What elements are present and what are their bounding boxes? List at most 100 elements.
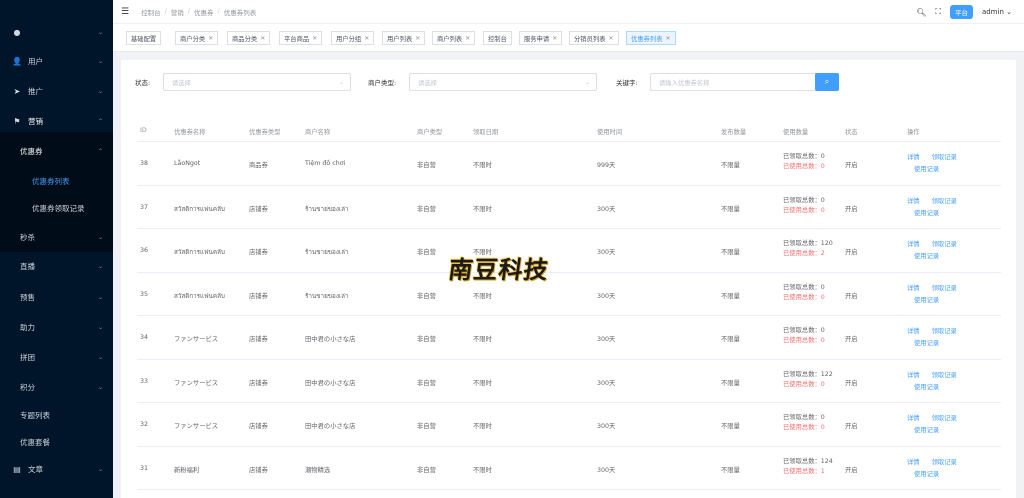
receive-records-link[interactable]: 领取记录 <box>932 413 957 425</box>
usage-stats: 已领取总数：0 已使用总数：0 <box>783 326 825 346</box>
tab-merchant-list[interactable]: 商户列表 ✕ <box>432 31 476 45</box>
sidebar-item-label: 推广 <box>28 86 43 96</box>
merchant-type-select[interactable]: 请选择 ⌄ <box>409 73 597 91</box>
sidebar-item-points[interactable]: 积分 ⌄ <box>0 378 113 396</box>
close-icon[interactable]: ✕ <box>208 35 213 42</box>
tab-user-groups[interactable]: 用户分组 ✕ <box>331 31 375 45</box>
sidebar-item-promotion[interactable]: ➤ 推广 ⌄ <box>0 82 113 100</box>
tab-product-category[interactable]: 商品分类 ✕ <box>227 31 271 45</box>
row-actions: 详情 领取记录 使用记录 <box>907 152 957 176</box>
sidebar-item-topics[interactable]: 专题列表 <box>0 406 113 424</box>
tab-coupon-list[interactable]: 优惠券列表 ✕ <box>626 31 676 45</box>
breadcrumb-item[interactable]: 控制台 <box>141 7 161 17</box>
sidebar-item-assist[interactable]: 助力 ⌄ <box>0 318 113 336</box>
search-button[interactable]: ⌕ <box>815 73 839 91</box>
column-header: ID <box>140 127 147 134</box>
receive-records-link[interactable]: 领取记录 <box>932 326 957 338</box>
status-filter-label: 状态: <box>135 79 151 87</box>
search-icon[interactable]: 🔍︎ <box>916 8 926 17</box>
usage-stats: 已领取总数：0 已使用总数：0 <box>783 283 825 303</box>
sidebar-item-articles[interactable]: ▤ 文章 ⌄ <box>0 460 113 478</box>
sidebar-item-label: 专题列表 <box>20 410 50 420</box>
table-row: 33 ファンサービス 店铺券 田中君の小さな店 非自营 不限时 300天 不限量 开启 已领取总数… <box>137 360 1001 403</box>
receive-records-link[interactable]: 领取记录 <box>932 283 957 295</box>
detail-link[interactable]: 详情 <box>907 152 920 164</box>
row-actions: 详情 领取记录 使用记录 <box>907 326 957 350</box>
use-records-link[interactable]: 使用记录 <box>914 469 939 481</box>
close-icon[interactable]: ✕ <box>364 35 369 42</box>
cell-date: 不限时 <box>473 292 492 300</box>
user-menu[interactable]: admin ⌄ <box>982 8 1012 16</box>
tab-platform-products[interactable]: 平台商品 ✕ <box>279 31 323 45</box>
column-header: 操作 <box>907 129 920 136</box>
receive-records-link[interactable]: 领取记录 <box>932 370 957 382</box>
cell-mtype: 非自营 <box>417 379 436 387</box>
breadcrumb-item[interactable]: 优惠券 <box>194 7 214 17</box>
column-header: 优惠券类型 <box>249 129 281 136</box>
close-icon[interactable]: ✕ <box>552 35 557 42</box>
sidebar-item-presale[interactable]: 预售 ⌄ <box>0 288 113 306</box>
receive-records-link[interactable]: 领取记录 <box>932 457 957 469</box>
fullscreen-icon[interactable]: ⛶ <box>935 7 941 17</box>
use-records-link[interactable]: 使用记录 <box>914 295 939 307</box>
sidebar-item-live[interactable]: 直播 ⌄ <box>0 257 113 275</box>
chevron-down-icon: ⌄ <box>338 78 344 86</box>
menu-toggle-icon[interactable]: ☰ <box>121 7 129 17</box>
send-icon: ➤ <box>13 86 21 96</box>
close-icon[interactable]: ✕ <box>608 35 613 42</box>
tab-service-request[interactable]: 服务申请 ✕ <box>519 31 563 45</box>
cell-date: 不限时 <box>473 162 492 169</box>
sidebar-item-coupon-records[interactable]: 优惠券领取记录 <box>0 199 113 217</box>
detail-link[interactable]: 详情 <box>907 196 920 208</box>
close-icon[interactable]: ✕ <box>465 35 470 42</box>
usage-stats: 已领取总数：124 已使用总数：1 <box>783 457 833 477</box>
detail-link[interactable]: 详情 <box>907 283 920 295</box>
close-icon[interactable]: ✕ <box>415 35 420 42</box>
used-count: 已使用总数：1 <box>783 467 825 475</box>
breadcrumb-item[interactable]: 营销 <box>171 7 184 17</box>
detail-link[interactable]: 详情 <box>907 370 920 382</box>
use-records-link[interactable]: 使用记录 <box>914 164 939 176</box>
tab-label: 控制台 <box>488 35 507 43</box>
receive-records-link[interactable]: 领取记录 <box>932 239 957 251</box>
close-icon[interactable]: ✕ <box>260 35 265 42</box>
use-records-link[interactable]: 使用记录 <box>914 382 939 394</box>
use-records-link[interactable]: 使用记录 <box>914 208 939 220</box>
use-records-link[interactable]: 使用记录 <box>914 425 939 437</box>
tab-user-list[interactable]: 用户列表 ✕ <box>382 31 426 45</box>
header-actions: 🔍︎ ⛶ 平台 admin ⌄ <box>916 0 1012 24</box>
sidebar-item-packages[interactable]: 优惠套餐 <box>0 433 113 451</box>
sidebar-item-coupon[interactable]: 优惠券 ⌃ <box>0 142 113 160</box>
cell-status: 开启 <box>845 423 858 430</box>
sidebar-item-label: 营销 <box>28 116 43 126</box>
use-records-link[interactable]: 使用记录 <box>914 338 939 350</box>
tab-merchant-category[interactable]: 商户分类 ✕ <box>175 31 219 45</box>
cell-mtype: 非自营 <box>417 336 436 343</box>
tab-label: 优惠券列表 <box>631 35 663 43</box>
sidebar-item-marketing[interactable]: ⚑ 营销 ⌃ <box>0 112 113 130</box>
sidebar-item-coupon-list[interactable]: 优惠券列表 <box>0 172 113 190</box>
detail-link[interactable]: 详情 <box>907 457 920 469</box>
sidebar-item-users[interactable]: 👤 用户 ⌄ <box>0 52 113 70</box>
receive-records-link[interactable]: 领取记录 <box>932 196 957 208</box>
tab-distributor-list[interactable]: 分销员列表 ✕ <box>569 31 619 45</box>
detail-link[interactable]: 详情 <box>907 239 920 251</box>
receive-records-link[interactable]: 领取记录 <box>932 152 957 164</box>
sidebar-item-group-buy[interactable]: 拼团 ⌄ <box>0 348 113 366</box>
sidebar-item-top[interactable]: ● ⌄ <box>0 23 113 41</box>
use-records-link[interactable]: 使用记录 <box>914 251 939 263</box>
detail-link[interactable]: 详情 <box>907 326 920 338</box>
detail-link[interactable]: 详情 <box>907 413 920 425</box>
tab-basic-config[interactable]: 基础配置 <box>126 31 162 45</box>
platform-badge[interactable]: 平台 <box>949 5 973 19</box>
status-select[interactable]: 请选择 ⌄ <box>163 73 351 91</box>
sidebar-item-seckill[interactable]: 秒杀 ⌄ <box>0 228 113 246</box>
close-icon[interactable]: ✕ <box>312 35 317 42</box>
keyword-input[interactable]: 请输入优惠券名称 <box>650 73 816 91</box>
cell-qty: 不限量 <box>721 336 740 343</box>
tab-dashboard[interactable]: 控制台 <box>483 31 512 45</box>
close-icon[interactable]: ✕ <box>665 35 670 42</box>
chevron-up-icon: ⌃ <box>97 117 103 125</box>
main-card: 状态: 请选择 ⌄ 商户类型: 请选择 ⌄ 关键字: 请输入优惠券名称 ⌕ ID… <box>121 60 1016 498</box>
column-header: 优惠券名称 <box>174 129 206 136</box>
